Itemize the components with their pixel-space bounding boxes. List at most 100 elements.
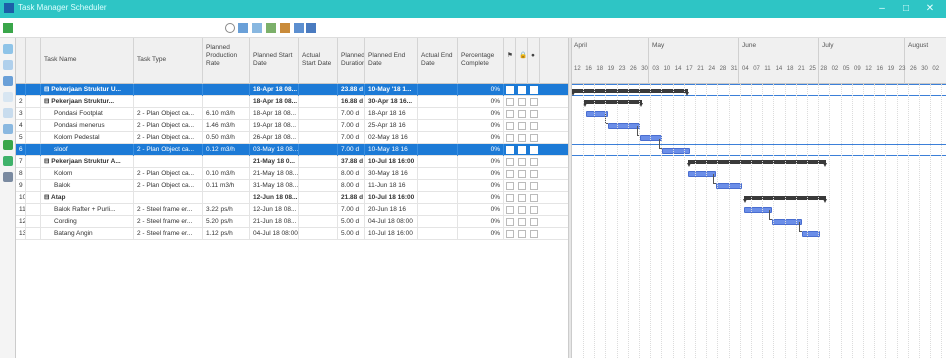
cell-name[interactable]: Kolom Pedestal — [41, 132, 134, 144]
cell-rate[interactable]: 1.12 ps/h — [203, 228, 250, 240]
cell-dur[interactable]: 7.00 d — [338, 120, 365, 132]
cell-num[interactable]: 4 — [16, 120, 26, 132]
cell-pct[interactable]: 0% — [458, 204, 504, 216]
summary-bar[interactable] — [687, 160, 827, 167]
cell-num[interactable]: 2 — [16, 96, 26, 108]
cell-start[interactable]: 21-Jun 18 08... — [250, 216, 299, 228]
cell-num[interactable]: 3 — [16, 108, 26, 120]
cell-rate[interactable] — [203, 84, 250, 96]
cell-aend[interactable] — [418, 180, 458, 192]
table-row[interactable]: 7 ⊟ Pekerjaan Struktur A... 21-May 18 0...… — [16, 156, 568, 168]
cell-pct[interactable]: 0% — [458, 180, 504, 192]
cell-name[interactable]: Kolom — [41, 168, 134, 180]
row-checkbox[interactable] — [518, 194, 526, 202]
unlink-icon[interactable] — [280, 23, 290, 33]
cell-start[interactable]: 03-May 18 08... — [250, 144, 299, 156]
row-checkbox[interactable] — [518, 134, 526, 142]
cell-end[interactable]: 20-Jun 18 16 — [365, 204, 418, 216]
cell-pct[interactable]: 0% — [458, 168, 504, 180]
row-checkbox[interactable] — [518, 218, 526, 226]
cell-aend[interactable] — [418, 120, 458, 132]
row-checkbox[interactable] — [530, 110, 538, 118]
cell-aend[interactable] — [418, 168, 458, 180]
cell-name[interactable]: Balok — [41, 180, 134, 192]
cell-num[interactable]: 10 — [16, 192, 26, 204]
summary-bar[interactable] — [572, 89, 689, 96]
cell-rate[interactable]: 3.22 ps/h — [203, 204, 250, 216]
table-row[interactable]: 2 ⊟ Pekerjaan Struktur... 18-Apr 18 08... 1… — [16, 96, 568, 108]
row-checkbox[interactable] — [530, 170, 538, 178]
cell-end[interactable]: 18-Apr 18 16 — [365, 108, 418, 120]
cell-name[interactable]: Cording — [41, 216, 134, 228]
cell-num[interactable] — [16, 84, 26, 96]
cell-type[interactable] — [134, 84, 203, 96]
row-checkbox[interactable] — [506, 146, 514, 154]
cell-rate[interactable] — [203, 192, 250, 204]
cell-start[interactable]: 04-Jul 18 08:00 — [250, 228, 299, 240]
cell-end[interactable]: 30-Apr 18 16... — [365, 96, 418, 108]
row-checkbox[interactable] — [506, 230, 514, 238]
table-row[interactable]: 8 Kolom 2 - Plan Object ca... 0.10 m3/h 21-M… — [16, 168, 568, 180]
row-checkbox[interactable] — [530, 158, 538, 166]
cell-end[interactable]: 11-Jun 18 16 — [365, 180, 418, 192]
cell-astart[interactable] — [299, 168, 338, 180]
task-bar[interactable] — [608, 123, 640, 129]
table-row[interactable]: 13 Batang Angin 2 - Steel frame er... 1.12 … — [16, 228, 568, 240]
cell-pct[interactable]: 0% — [458, 120, 504, 132]
cell-type[interactable] — [134, 156, 203, 168]
row-checkbox[interactable] — [518, 110, 526, 118]
cell-dur[interactable]: 37.88 d — [338, 156, 365, 168]
cell-aend[interactable] — [418, 156, 458, 168]
col-task-name[interactable]: Task Name — [41, 38, 134, 84]
row-checkbox[interactable] — [530, 122, 538, 130]
task-bar[interactable] — [744, 207, 772, 213]
cell-rate[interactable]: 6.10 m3/h — [203, 108, 250, 120]
cell-end[interactable]: 10-May '18 1... — [365, 84, 418, 96]
cell-aend[interactable] — [418, 96, 458, 108]
cell-astart[interactable] — [299, 216, 338, 228]
cell-end[interactable]: 10-Jul 18 16:00 — [365, 156, 418, 168]
row-checkbox[interactable] — [518, 146, 526, 154]
cell-astart[interactable] — [299, 180, 338, 192]
col-percent-complete[interactable]: Percentage Complete — [458, 38, 504, 84]
row-checkbox[interactable] — [530, 182, 538, 190]
cell-start[interactable]: 31-May 18 08... — [250, 180, 299, 192]
cell-rate[interactable]: 0.11 m3/h — [203, 180, 250, 192]
col-actual-start[interactable]: Actual Start Date — [299, 38, 338, 84]
cell-num[interactable]: 12 — [16, 216, 26, 228]
print-icon[interactable] — [3, 172, 13, 182]
cell-name[interactable]: ⊟ Pekerjaan Struktur U... — [41, 84, 134, 96]
col-planned-start[interactable]: Planned Start Date — [250, 38, 299, 84]
cell-start[interactable]: 21-May 18 08... — [250, 168, 299, 180]
row-checkbox[interactable] — [518, 98, 526, 106]
cell-rate[interactable]: 0.12 m3/h — [203, 144, 250, 156]
col-actual-end[interactable]: Actual End Date — [418, 38, 458, 84]
table-row[interactable]: ⊟ Pekerjaan Struktur U... 18-Apr 18 08...… — [16, 84, 568, 96]
cell-start[interactable]: 18-Apr 18 08... — [250, 96, 299, 108]
cell-type[interactable] — [134, 96, 203, 108]
cell-type[interactable]: 2 - Plan Object ca... — [134, 132, 203, 144]
cell-rate[interactable]: 0.10 m3/h — [203, 168, 250, 180]
row-checkbox[interactable] — [530, 98, 538, 106]
cell-type[interactable]: 2 - Plan Object ca... — [134, 108, 203, 120]
row-checkbox[interactable] — [530, 194, 538, 202]
close-button[interactable]: ✕ — [920, 2, 940, 16]
col-planned-end[interactable]: Planned End Date — [365, 38, 418, 84]
cell-astart[interactable] — [299, 228, 338, 240]
network-icon[interactable] — [3, 140, 13, 150]
row-checkbox[interactable] — [506, 170, 514, 178]
cell-start[interactable]: 12-Jun 18 08... — [250, 204, 299, 216]
cell-pct[interactable]: 0% — [458, 132, 504, 144]
cell-aend[interactable] — [418, 144, 458, 156]
cell-aend[interactable] — [418, 216, 458, 228]
cell-name[interactable]: Pondasi menerus — [41, 120, 134, 132]
cell-astart[interactable] — [299, 132, 338, 144]
cell-aend[interactable] — [418, 132, 458, 144]
cell-rate[interactable]: 1.46 m3/h — [203, 120, 250, 132]
row-checkbox[interactable] — [518, 122, 526, 130]
cell-dur[interactable]: 8.00 d — [338, 168, 365, 180]
cell-name[interactable]: ⊟ Pekerjaan Struktur A... — [41, 156, 134, 168]
cell-rate[interactable]: 0.50 m3/h — [203, 132, 250, 144]
table-row[interactable]: 12 Cording 2 - Steel frame er... 5.20 ps/h 2… — [16, 216, 568, 228]
col-production-rate[interactable]: Planned Production Rate — [203, 38, 250, 84]
